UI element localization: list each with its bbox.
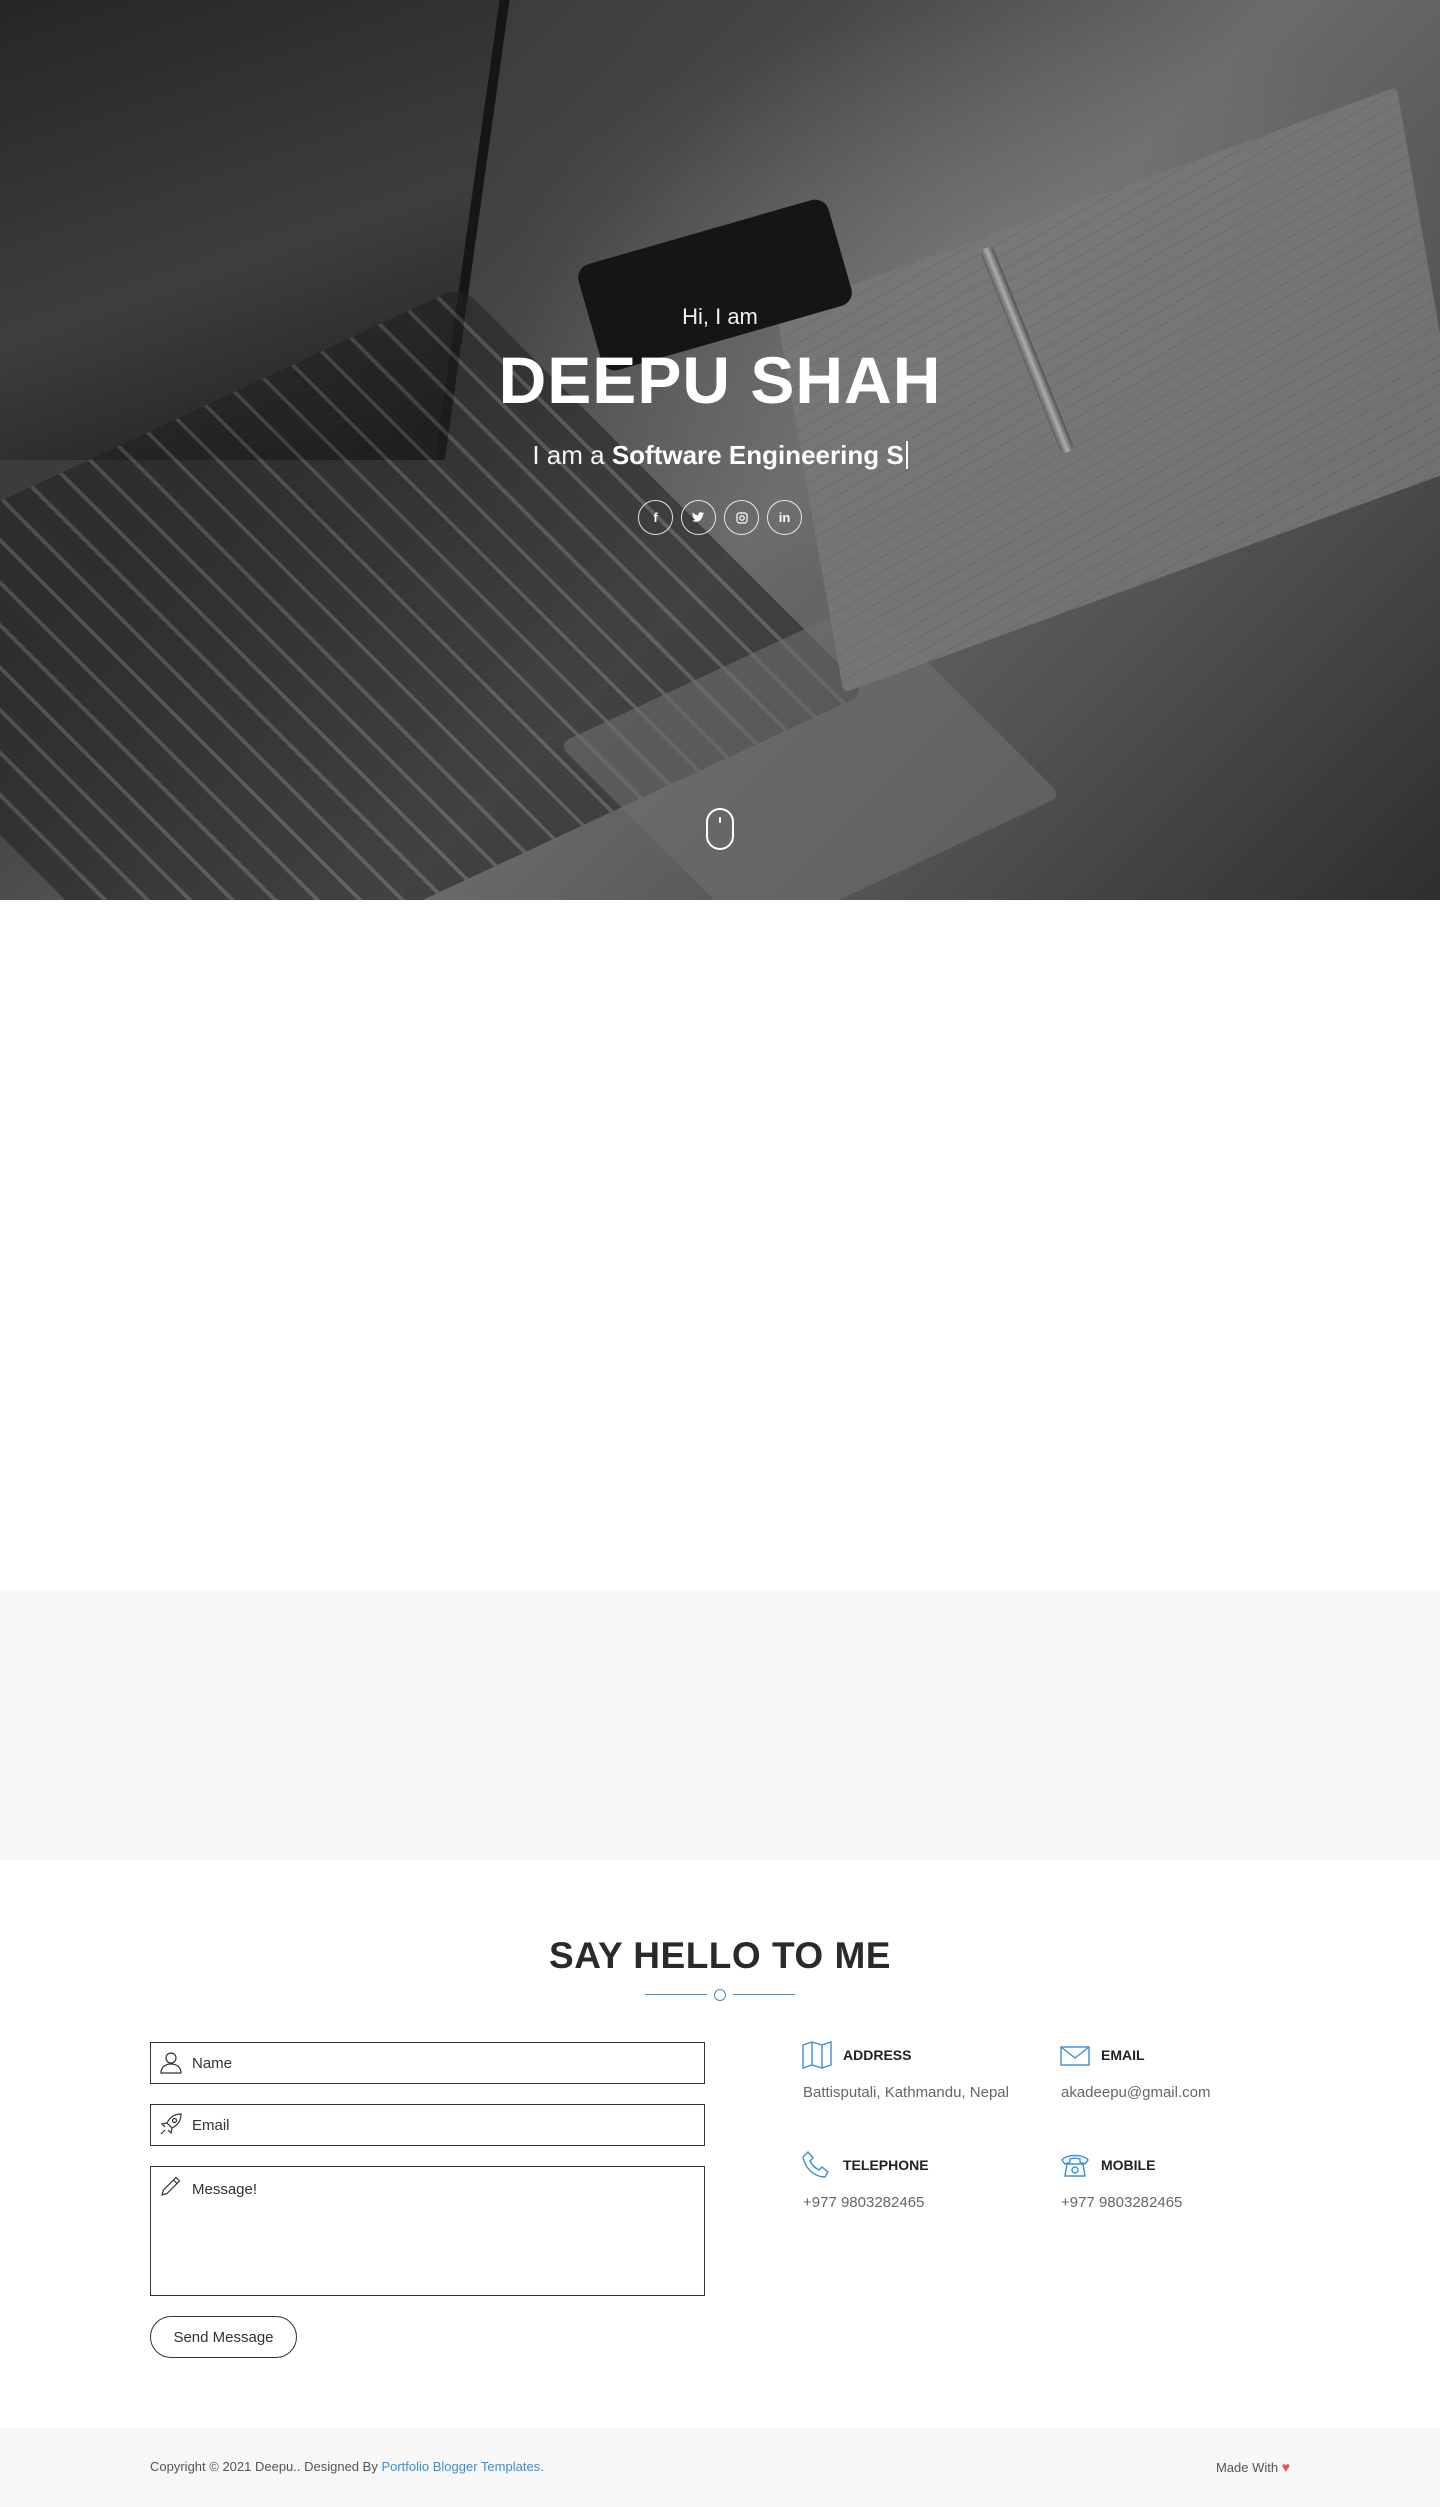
send-message-button[interactable]: Send Message [150, 2316, 297, 2358]
hero-greeting: Hi, I am [682, 304, 758, 329]
made-with-text: Made With [1215, 2460, 1282, 2475]
content-section-grey [0, 1590, 1440, 1860]
email-field[interactable]: Email [150, 2104, 705, 2146]
telephone-icon [1061, 2154, 1089, 2177]
hero-name: DEEPU SHAH [498, 343, 942, 417]
facebook-icon[interactable]: f [638, 500, 673, 535]
mobile-label: MOBILE [1101, 2157, 1156, 2173]
contact-title: SAY HELLO TO ME [549, 1935, 891, 1976]
typing-cursor [905, 441, 908, 469]
telephone-value[interactable]: +977 9803282465 [803, 2194, 924, 2211]
address-label: ADDRESS [843, 2047, 912, 2063]
designer-link[interactable]: Portfolio Blogger Templates [381, 2459, 540, 2474]
message-field[interactable]: Message! [150, 2166, 705, 2296]
name-placeholder: Name [192, 2055, 233, 2072]
twitter-icon[interactable] [681, 500, 716, 535]
copyright: Copyright © 2021 Deepu.. Designed By Por… [150, 2459, 544, 2474]
hero-tagline: I am a Software Engineering S [0, 440, 1440, 471]
name-field[interactable]: Name [150, 2042, 705, 2084]
rocket-icon [160, 2113, 182, 2135]
heart-icon: ♥ [1281, 2459, 1290, 2475]
divider-line-left [645, 1994, 707, 1995]
mouse-scroll-icon[interactable] [706, 808, 734, 850]
email-label: EMAIL [1101, 2047, 1145, 2063]
pencil-icon [161, 2176, 181, 2196]
made-with: Made With ♥ [1216, 2459, 1290, 2475]
phone-icon [802, 2150, 829, 2178]
user-icon [160, 2052, 182, 2074]
instagram-icon[interactable] [724, 500, 759, 535]
linkedin-icon[interactable]: in [767, 500, 802, 535]
map-icon [802, 2041, 832, 2069]
social-links: f in [0, 500, 1440, 535]
hero-section: Hi, I am DEEPU SHAH I am a Software Engi… [0, 0, 1440, 900]
footer: Copyright © 2021 Deepu.. Designed By Por… [0, 2428, 1440, 2507]
copyright-text: Copyright © 2021 Deepu.. Designed By [150, 2459, 382, 2474]
title-divider [645, 1988, 795, 2002]
content-section-blank [0, 900, 1440, 1590]
divider-dot [714, 1989, 726, 2001]
tagline-prefix: I am a [532, 440, 612, 470]
tagline-role: Software Engineering S [611, 440, 904, 470]
email-value[interactable]: akadeepu@gmail.com [1061, 2084, 1210, 2101]
envelope-icon [1060, 2046, 1090, 2066]
copyright-end: . [540, 2459, 544, 2474]
divider-line-right [733, 1994, 795, 1995]
message-placeholder: Message! [192, 2181, 258, 2198]
address-value: Battisputali, Kathmandu, Nepal [803, 2084, 1009, 2101]
mobile-value[interactable]: +977 9803282465 [1061, 2194, 1182, 2211]
telephone-label: TELEPHONE [843, 2157, 929, 2173]
email-placeholder: Email [192, 2117, 230, 2134]
